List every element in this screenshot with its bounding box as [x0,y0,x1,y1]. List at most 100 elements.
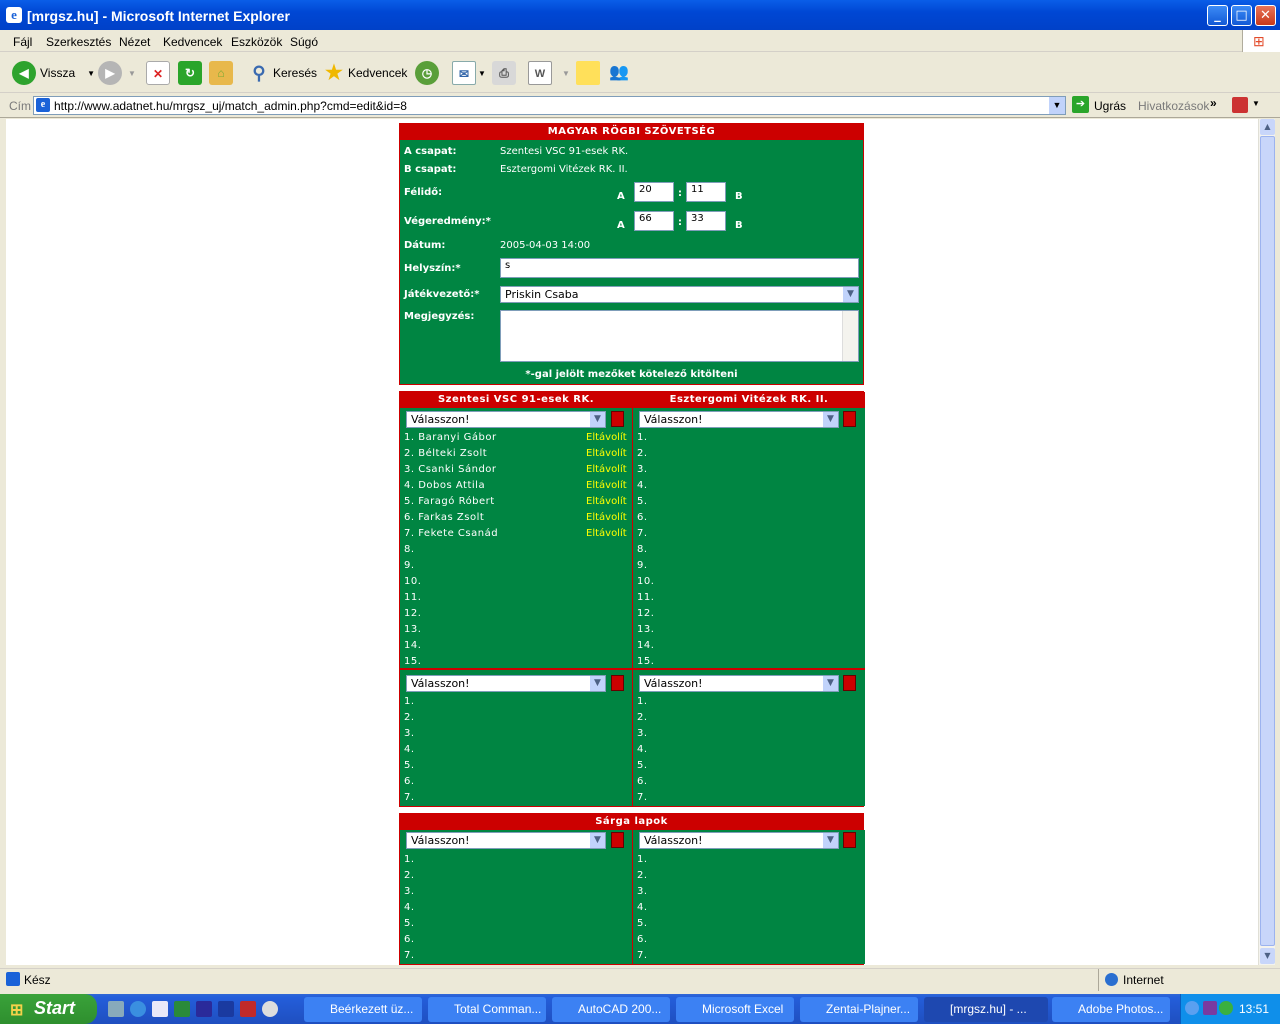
yellow-a-select[interactable]: Válasszon! ▼ [406,832,606,849]
final-a-label: A [617,220,625,231]
task-zentai[interactable]: Zentai-Plajner... [800,997,918,1022]
remove-link[interactable]: Eltávolít [586,512,627,523]
yellow-b-select[interactable]: Válasszon! ▼ [639,832,839,849]
remove-link[interactable]: Eltávolít [586,480,627,491]
team-a-player-select[interactable]: Válasszon! ▼ [406,411,606,428]
quicklaunch-icon[interactable] [196,1001,212,1017]
venue-input[interactable]: s [500,258,859,278]
scroll-thumb[interactable] [1260,136,1275,946]
note-scrollbar[interactable] [842,311,858,361]
chevron-down-icon[interactable]: ▼ [823,676,838,691]
halftime-a-input[interactable]: 20 [634,182,674,202]
back-dropdown-icon[interactable]: ▼ [87,69,95,78]
favorites-button[interactable]: ★ Kedvencek [322,60,407,86]
team-b-player-select[interactable]: Válasszon! ▼ [639,411,839,428]
halftime-label: Félidő: [404,187,443,198]
remove-link[interactable]: Eltávolít [586,448,627,459]
player-row: 3. [637,464,648,475]
messenger-button[interactable]: 👥 [607,60,631,86]
chevron-down-icon[interactable]: ▼ [823,833,838,848]
yellow-a-add-button[interactable] [611,832,624,848]
vertical-scrollbar[interactable]: ▲ ▼ [1258,119,1275,965]
mail-button[interactable]: ✉ ▼ [452,60,486,86]
chevron-down-icon[interactable]: ▼ [590,412,605,427]
scroll-down-icon[interactable]: ▼ [1260,948,1275,964]
menu-tools[interactable]: Eszközök [231,35,282,49]
menu-edit[interactable]: Szerkesztés [46,35,111,49]
remove-link[interactable]: Eltávolít [586,496,627,507]
chevron-down-icon[interactable]: ▼ [823,412,838,427]
home-button[interactable]: ⌂ [209,60,233,86]
team-a-sub-select[interactable]: Válasszon! ▼ [406,675,606,692]
chevron-down-icon[interactable]: ▼ [843,287,858,302]
chevron-down-icon[interactable]: ▼ [590,676,605,691]
tray-icon[interactable] [1203,1001,1217,1015]
discuss-button[interactable] [576,60,600,86]
acrobat-icon[interactable] [1232,97,1248,113]
back-button[interactable]: ◀ Vissza ▼ [12,60,95,86]
quicklaunch-icon[interactable] [152,1001,168,1017]
refresh-button[interactable]: ↻ [178,60,202,86]
team-b-sub-add-button[interactable] [843,675,856,691]
team-b-sub-select[interactable]: Válasszon! ▼ [639,675,839,692]
final-a-input[interactable]: 66 [634,211,674,231]
task-total-commander[interactable]: Total Comman... [428,997,546,1022]
task-photoshop[interactable]: Adobe Photos... [1052,997,1170,1022]
task-mail[interactable]: Beérkezett üz... [304,997,422,1022]
halftime-b-input[interactable]: 11 [686,182,726,202]
referee-label: Játékvezető:* [404,289,480,300]
task-ie[interactable]: [mrgsz.hu] - ... [924,997,1048,1022]
final-b-label: B [735,220,743,231]
task-autocad[interactable]: AutoCAD 200... [552,997,670,1022]
acrobat-dropdown-icon[interactable]: ▼ [1252,99,1260,108]
note-textarea[interactable] [500,310,859,362]
chevron-down-icon[interactable]: ▼ [590,833,605,848]
menu-help[interactable]: Súgó [290,35,318,49]
team-a-add-button[interactable] [611,411,624,427]
tray-icon[interactable] [1219,1001,1233,1015]
referee-select[interactable]: Priskin Csaba ▼ [500,286,859,303]
chevron-right-icon[interactable]: » [1210,96,1217,110]
minimize-button[interactable]: _ [1207,5,1228,26]
maximize-button[interactable]: □ [1231,5,1252,26]
menu-favorites[interactable]: Kedvencek [163,35,222,49]
forward-button[interactable]: ▶ ▼ [98,60,136,86]
go-button[interactable]: Ugrás [1094,99,1126,113]
quicklaunch-icon[interactable] [108,1001,124,1017]
edit-dropdown-icon[interactable]: ▼ [562,69,570,78]
excel-quicklaunch-icon[interactable] [174,1001,190,1017]
start-button[interactable]: ⊞ Start [0,994,97,1024]
remove-link[interactable]: Eltávolít [586,528,627,539]
menu-view[interactable]: Nézet [119,35,150,49]
go-arrow-icon[interactable]: ➔ [1072,96,1089,113]
address-dropdown-icon[interactable]: ▼ [1049,97,1065,114]
quicklaunch-icon[interactable] [240,1001,256,1017]
final-b-input[interactable]: 33 [686,211,726,231]
links-label[interactable]: Hivatkozások [1138,99,1209,113]
clock[interactable]: 13:51 [1239,1002,1269,1016]
edit-button[interactable]: W ▼ [528,60,570,86]
forward-dropdown-icon[interactable]: ▼ [128,69,136,78]
stop-button[interactable]: ✕ [146,60,170,86]
mail-dropdown-icon[interactable]: ▼ [478,69,486,78]
menu-file[interactable]: Fájl [13,35,32,49]
team-a-sub-add-button[interactable] [611,675,624,691]
tray-chevron-icon[interactable] [1185,1001,1199,1015]
word-quicklaunch-icon[interactable] [218,1001,234,1017]
ie-quicklaunch-icon[interactable] [130,1001,146,1017]
address-input[interactable]: e http://www.adatnet.hu/mrgsz_uj/match_a… [33,96,1066,115]
close-button[interactable]: ✕ [1255,5,1276,26]
window-title: [mrgsz.hu] - Microsoft Internet Explorer [27,8,290,24]
player-row: 2. [404,870,415,881]
media-quicklaunch-icon[interactable] [262,1001,278,1017]
print-button[interactable]: ⎙ [492,60,516,86]
remove-link[interactable]: Eltávolít [586,432,627,443]
scroll-up-icon[interactable]: ▲ [1260,119,1275,135]
team-b-add-button[interactable] [843,411,856,427]
player-row: 3. [637,728,648,739]
history-button[interactable]: ◷ [415,60,439,86]
yellow-b-add-button[interactable] [843,832,856,848]
remove-link[interactable]: Eltávolít [586,464,627,475]
task-excel[interactable]: Microsoft Excel [676,997,794,1022]
search-button[interactable]: ⚲ Keresés [247,60,317,86]
